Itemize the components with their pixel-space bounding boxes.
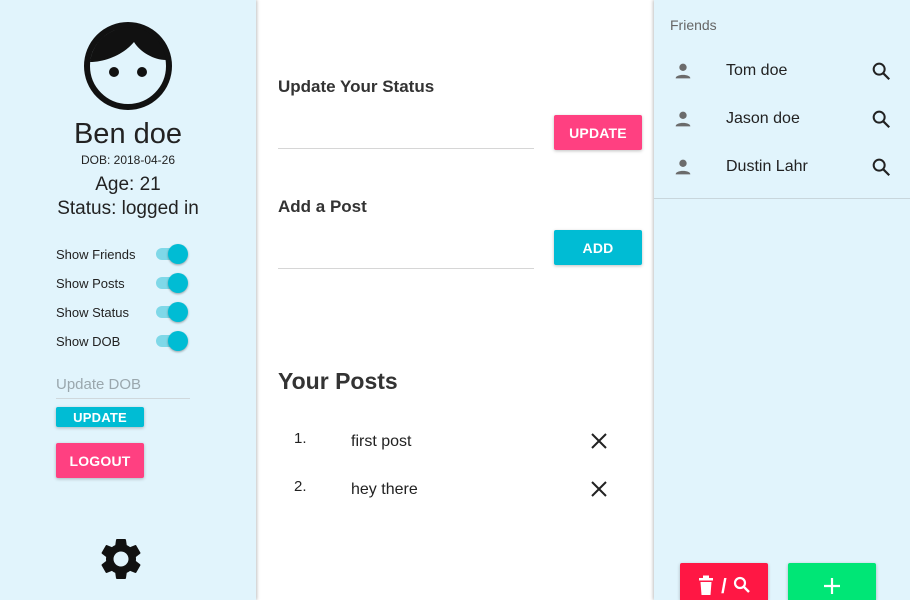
post-text: first post: [351, 433, 412, 450]
toggle-label: Show DOB: [56, 334, 121, 349]
plus-icon: [824, 578, 840, 594]
post-item: 2. hey there: [278, 478, 628, 508]
post-item: 1. first post: [278, 430, 628, 460]
status-input[interactable]: [278, 118, 534, 149]
separator-slash: /: [721, 576, 727, 598]
close-icon[interactable]: [590, 432, 608, 450]
delete-search-icon-group: /: [699, 575, 750, 598]
post-input[interactable]: [278, 238, 534, 269]
toggle-row-show-status: Show Status: [56, 302, 190, 322]
update-dob-button[interactable]: UPDATE: [56, 407, 144, 427]
update-status-title: Update Your Status: [278, 77, 435, 96]
search-icon[interactable]: [870, 108, 892, 130]
friends-header: Friends: [670, 17, 717, 33]
friends-divider: [654, 198, 910, 199]
show-posts-switch[interactable]: [154, 273, 188, 293]
delete-search-friend-button[interactable]: /: [680, 563, 768, 600]
toggle-row-show-friends: Show Friends: [56, 244, 190, 264]
profile-dob: DOB: 2018-04-26: [80, 153, 176, 167]
person-icon: [675, 159, 691, 175]
switch-thumb: [168, 331, 188, 351]
show-status-switch[interactable]: [154, 302, 188, 322]
switch-thumb: [168, 302, 188, 322]
search-icon[interactable]: [870, 156, 892, 178]
toggle-label: Show Status: [56, 305, 129, 320]
post-text: hey there: [351, 481, 418, 498]
person-icon: [675, 63, 691, 79]
app-root: Ben doe DOB: 2018-04-26 Age: 21 Status: …: [0, 0, 910, 600]
your-posts-title: Your Posts: [278, 368, 398, 394]
toggle-label: Show Friends: [56, 247, 136, 262]
toggle-row-show-dob: Show DOB: [56, 331, 190, 351]
update-status-button[interactable]: UPDATE: [554, 115, 642, 150]
switch-thumb: [168, 244, 188, 264]
post-number: 2.: [294, 478, 307, 495]
show-friends-switch[interactable]: [154, 244, 188, 264]
switch-thumb: [168, 273, 188, 293]
search-icon: [733, 576, 750, 593]
trash-icon: [699, 575, 713, 595]
avatar-face-icon: [84, 22, 172, 110]
update-dob-input[interactable]: [56, 370, 190, 399]
toggle-label: Show Posts: [56, 276, 125, 291]
profile-age: Age: 21: [95, 174, 161, 195]
profile-status: Status: logged in: [57, 198, 199, 219]
gear-icon[interactable]: [96, 534, 146, 584]
add-post-title: Add a Post: [278, 197, 367, 216]
main-content: Update Your Status UPDATE Add a Post ADD…: [256, 0, 652, 600]
friend-name: Jason doe: [726, 110, 800, 127]
toggle-row-show-posts: Show Posts: [56, 273, 190, 293]
friend-list-item[interactable]: Jason doe: [654, 96, 910, 144]
friend-name: Dustin Lahr: [726, 158, 808, 175]
search-icon[interactable]: [870, 60, 892, 82]
show-dob-switch[interactable]: [154, 331, 188, 351]
friend-list-item[interactable]: Tom doe: [654, 48, 910, 96]
friends-panel: Friends Tom doe Jason doe Dustin Lahr /: [654, 0, 910, 600]
add-friend-button[interactable]: [788, 563, 876, 600]
add-post-button[interactable]: ADD: [554, 230, 642, 265]
profile-name: Ben doe: [73, 118, 183, 150]
post-number: 1.: [294, 430, 307, 447]
person-icon: [675, 111, 691, 127]
close-icon[interactable]: [590, 480, 608, 498]
friend-list-item[interactable]: Dustin Lahr: [654, 144, 910, 192]
friend-name: Tom doe: [726, 62, 788, 79]
profile-sidebar: Ben doe DOB: 2018-04-26 Age: 21 Status: …: [0, 0, 256, 600]
logout-button[interactable]: LOGOUT: [56, 443, 144, 478]
